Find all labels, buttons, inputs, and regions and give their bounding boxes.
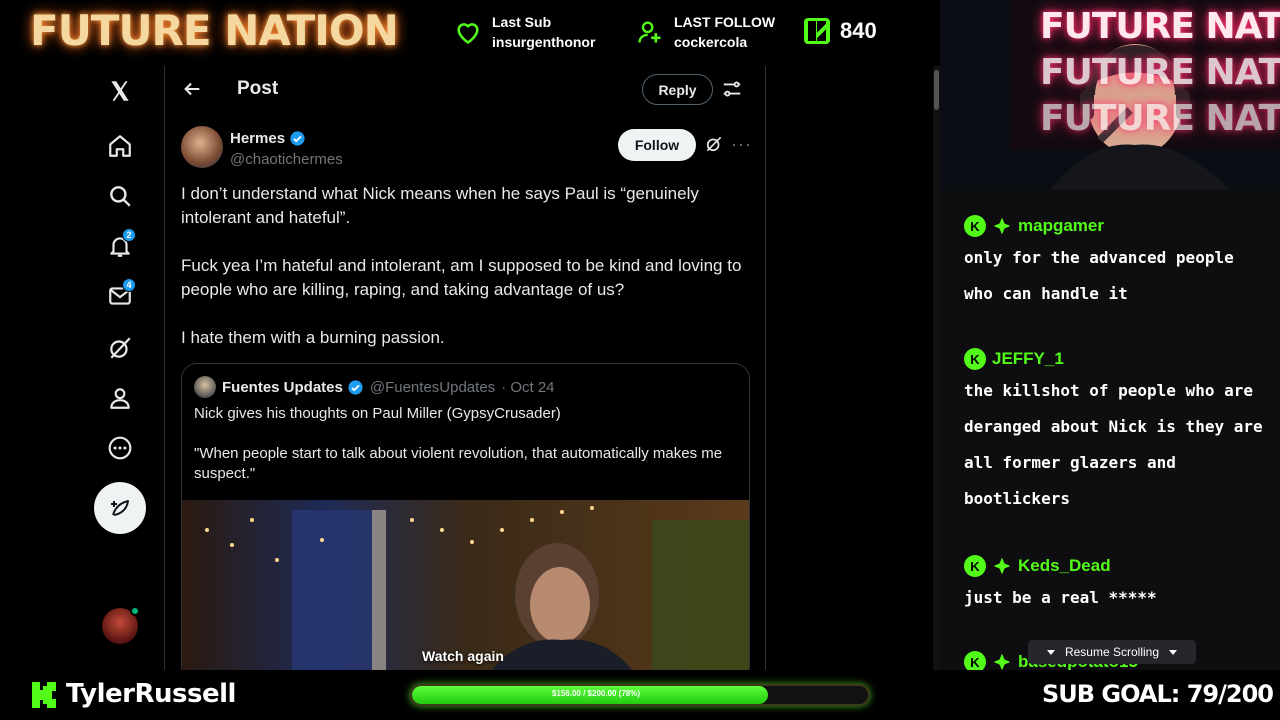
quote-header: Fuentes Updates @FuentesUpdates · Oct 24 [194,376,555,398]
donation-goal-bar: $156.00 / $200.00 (78%) [410,684,870,706]
author-handle[interactable]: @chaotichermes [230,151,343,168]
quote-avatar [194,376,216,398]
streamer-name: TylerRussell [66,679,236,709]
more-options-icon[interactable]: ··· [731,134,751,154]
compose-post-button[interactable] [94,482,146,534]
quoted-post[interactable]: Fuentes Updates @FuentesUpdates · Oct 24… [181,363,750,683]
scrollbar-thumb[interactable] [934,70,939,110]
page-scrollbar[interactable] [933,66,940,670]
back-arrow-icon[interactable] [181,78,203,100]
chat-username[interactable]: JEFFY_1 [992,349,1064,369]
brand-logo: FUTURE NATION [30,6,399,55]
chat-message: K Keds_Dead just be a real ***** [964,552,1264,616]
compose-icon [111,500,129,516]
quote-author-name: Fuentes Updates [222,378,343,396]
search-icon[interactable] [94,176,146,216]
profile-icon[interactable] [94,378,146,418]
author-name: Hermes [230,130,286,147]
verified-badge-icon [348,379,363,395]
follow-button[interactable]: Follow [618,129,696,161]
chat-text-line: deranged about Nick is they are [964,417,1263,436]
webcam-feed: FUTURE NATION FUTURE NATION FUTURE NATIO… [940,0,1280,190]
chat-text-line: just be a real ***** [964,588,1157,607]
notification-badge: 2 [122,228,136,242]
kick-badge-icon: K [964,348,986,370]
sliders-icon[interactable] [721,78,743,100]
kick-badge-icon: K [964,651,986,670]
quote-text-2: "When people start to talk about violent… [194,445,723,482]
x-logo-icon[interactable] [94,71,146,111]
heart-icon [457,23,479,44]
last-follow-name: cockercola [674,34,748,50]
grok-icon[interactable] [94,328,146,368]
chat-text-line: only for the advanced people [964,248,1234,267]
resume-scrolling-button[interactable]: Resume Scrolling [1028,640,1196,664]
last-follow-ticker: LAST FOLLOW cockercola [636,12,775,52]
last-sub-ticker: Last Sub insurgenthonor [454,12,595,52]
chevron-down-icon [1169,649,1178,655]
online-status-dot [130,606,140,616]
viewer-count: 840 [840,18,877,43]
kick-chat: K mapgamer only for the advanced people … [940,190,1280,670]
chevron-down-icon [1046,649,1055,655]
chat-message: K JEFFY_1 the killshot of people who are… [964,345,1264,517]
author-avatar[interactable] [181,126,223,168]
chat-user-line: K JEFFY_1 [964,345,1264,373]
more-circle-icon[interactable] [94,428,146,468]
chat-text-line: all former glazers and [964,453,1176,472]
neon-sign-line-2: FUTURE NATION [1040,52,1280,93]
watch-again-label[interactable]: Watch again [422,648,504,664]
quote-text-1: Nick gives his thoughts on Paul Miller (… [194,405,561,422]
post-column: Post Reply Hermes @chaotichermes Follow … [164,66,766,683]
last-sub-label: Last Sub [492,14,552,30]
stream-top-bar: FUTURE NATION Last Sub insurgenthonor LA… [0,0,940,66]
tweet-paragraph-3: I hate them with a burning passion. [181,328,445,347]
gem-badge-icon [993,653,1011,670]
kick-logo-icon [32,682,56,708]
chat-message: K mapgamer only for the advanced people … [964,212,1264,312]
neon-sign-line-1: FUTURE NATION [1040,6,1280,47]
page-title: Post [237,78,279,99]
home-icon[interactable] [94,126,146,166]
gem-badge-icon [993,217,1011,235]
x-app: 2 4 Post Reply Hermes @chaotichermes Fol… [0,66,940,683]
mail-icon[interactable]: 4 [94,276,146,316]
chat-username[interactable]: Keds_Dead [1018,556,1111,576]
user-plus-icon [638,21,661,43]
sub-goal-counter: SUB GOAL: 79/200 [1042,680,1274,708]
tweet-paragraph-1: I don’t understand what Nick means when … [181,184,699,227]
stream-bottom-bar: TylerRussell $156.00 / $200.00 (78%) SUB… [0,670,1280,720]
neon-sign-line-3: FUTURE NATION [1040,98,1280,139]
last-follow-label: LAST FOLLOW [674,14,776,30]
verified-badge-icon [290,131,305,146]
grok-icon[interactable] [704,134,724,154]
chat-username[interactable]: mapgamer [1018,216,1104,236]
kick-logo-icon [804,18,830,44]
chat-text-line: bootlickers [964,489,1070,508]
account-avatar[interactable] [102,606,140,644]
message-badge: 4 [122,278,136,292]
quote-author-handle: @FuentesUpdates [369,378,496,396]
chat-user-line: K Keds_Dead [964,552,1264,580]
post-header: Post Reply [165,66,765,114]
author-name-row[interactable]: Hermes [230,130,306,147]
gem-badge-icon [993,557,1011,575]
chat-user-line: K mapgamer [964,212,1264,240]
resume-scrolling-label: Resume Scrolling [1064,645,1160,659]
bell-icon[interactable]: 2 [94,226,146,266]
kick-badge-icon: K [964,555,986,577]
chat-text-line: the killshot of people who are [964,381,1253,400]
quote-video[interactable]: Watch again [182,500,749,682]
kick-viewer-count: 840 [804,18,877,44]
donation-goal-text: $156.00 / $200.00 (78%) [551,689,641,698]
tweet-paragraph-2: Fuck yea I’m hateful and intolerant, am … [181,256,742,299]
kick-badge-icon: K [964,215,986,237]
chat-text-line: who can handle it [964,284,1128,303]
last-sub-name: insurgenthonor [492,34,596,50]
quote-date: · Oct 24 [501,378,555,396]
reply-button[interactable]: Reply [642,74,713,105]
